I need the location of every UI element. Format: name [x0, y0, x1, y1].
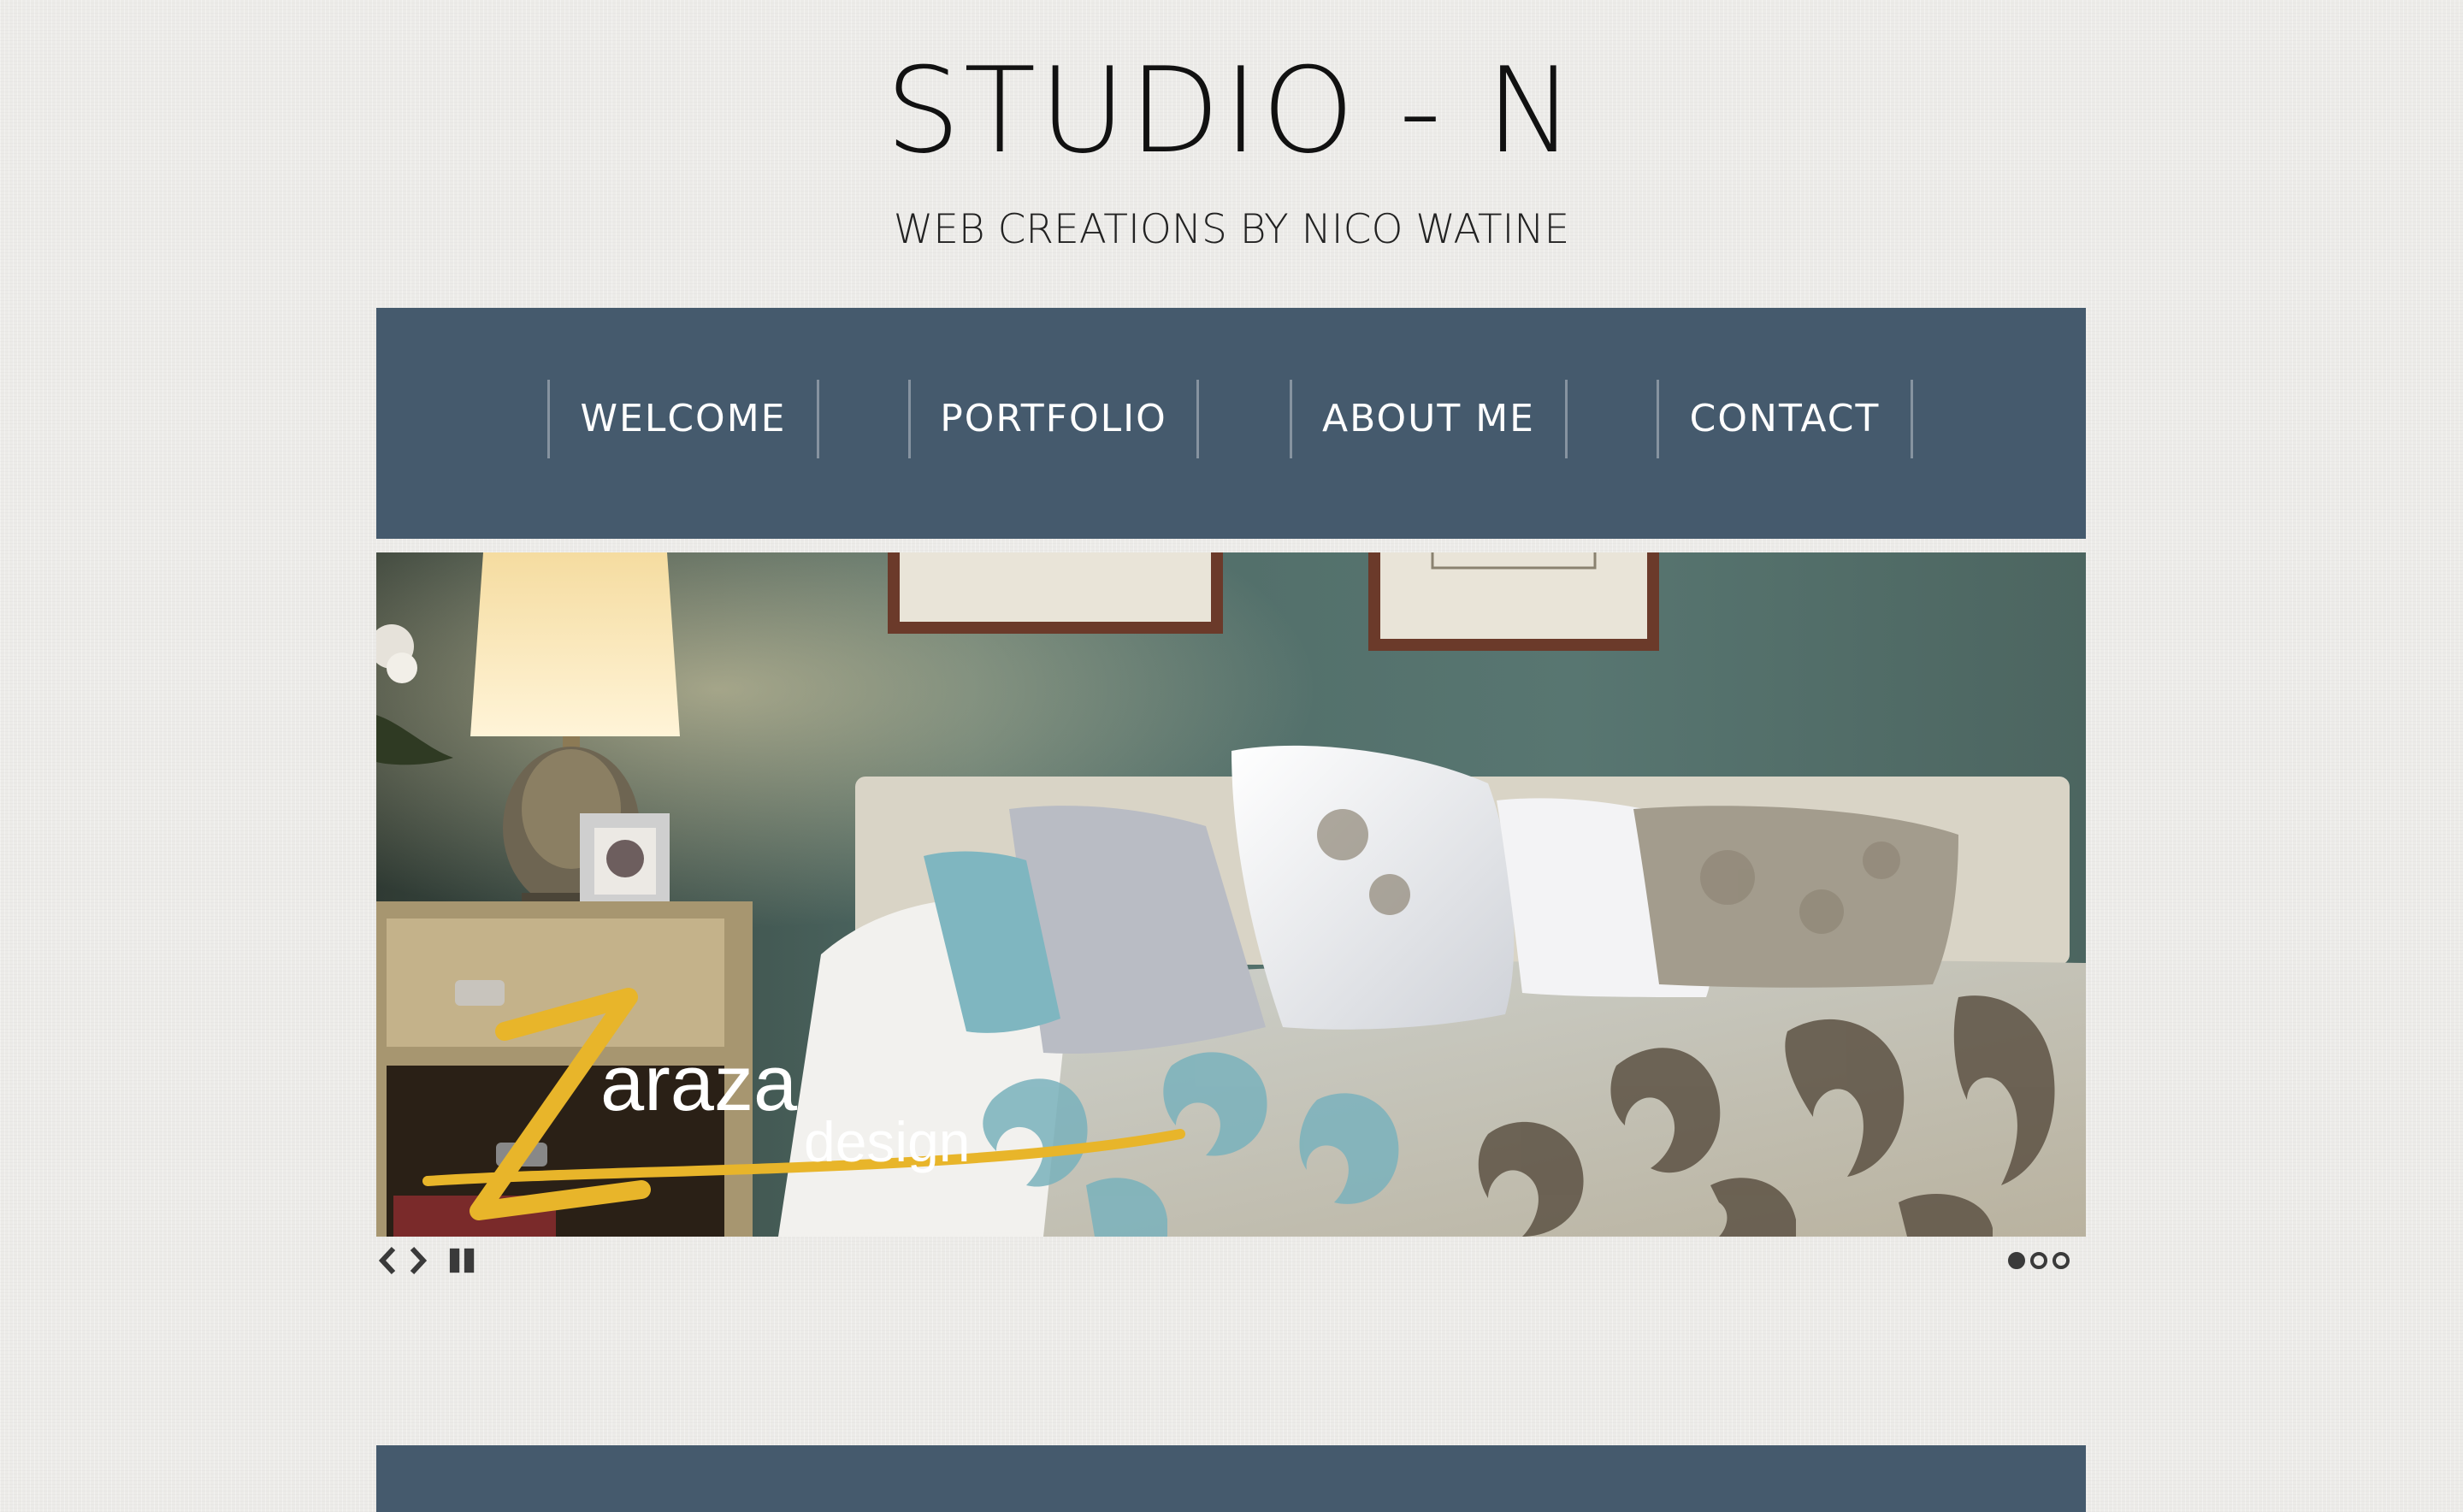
- site-subtitle: WEB CREATIONS BY NICO WATINE: [893, 206, 1570, 253]
- nav-item-label: CONTACT: [1689, 397, 1881, 440]
- nav-item-label: ABOUT ME: [1322, 397, 1535, 440]
- hero-slideshow[interactable]: araza design: [376, 552, 2086, 1237]
- slide-dot-3[interactable]: [2052, 1252, 2070, 1269]
- nav-item-label: WELCOME: [580, 397, 787, 440]
- bedroom-photo: araza design: [376, 552, 2086, 1237]
- logo-subtext: design: [804, 1110, 971, 1173]
- nav-item-label: PORTFOLIO: [940, 397, 1167, 440]
- slide-indicators: [2008, 1247, 2070, 1274]
- pause-icon[interactable]: [448, 1242, 477, 1279]
- nav-item-welcome[interactable]: WELCOME: [547, 380, 819, 458]
- main-navigation: WELCOME PORTFOLIO ABOUT ME CONTACT: [376, 308, 2086, 539]
- nav-item-portfolio[interactable]: PORTFOLIO: [908, 380, 1199, 458]
- prev-arrow-icon[interactable]: [373, 1242, 402, 1279]
- next-arrow-icon[interactable]: [404, 1242, 433, 1279]
- slide-dot-2[interactable]: [2030, 1252, 2047, 1269]
- nav-item-about-me[interactable]: ABOUT ME: [1290, 380, 1568, 458]
- slide-dot-1[interactable]: [2008, 1252, 2025, 1269]
- logo-text: araza: [600, 1040, 798, 1127]
- content-bar: [376, 1445, 2086, 1512]
- slider-controls: [373, 1242, 479, 1279]
- nav-item-contact[interactable]: CONTACT: [1657, 380, 1913, 458]
- site-title: STUDIO - N: [885, 42, 1578, 180]
